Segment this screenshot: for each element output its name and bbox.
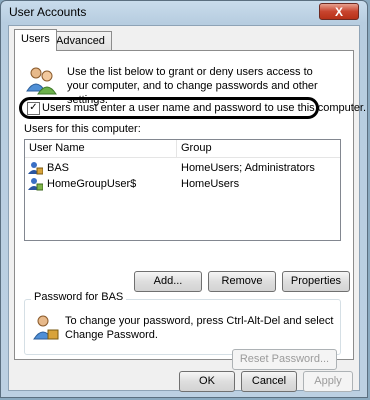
title-bar[interactable]: User Accounts X: [1, 1, 367, 23]
user-accounts-window: User Accounts X Users Advanced Use the l…: [0, 0, 368, 398]
ok-button[interactable]: OK: [179, 371, 235, 392]
password-groupbox: To change your password, press Ctrl-Alt-…: [24, 299, 341, 355]
users-tab-panel: Use the list below to grant or deny user…: [14, 50, 366, 370]
table-row[interactable]: BAS HomeUsers; Administrators: [25, 160, 340, 176]
password-instructions: To change your password, press Ctrl-Alt-…: [65, 315, 334, 341]
close-button[interactable]: X: [319, 3, 359, 20]
group-cell: HomeUsers: [181, 178, 240, 190]
column-user-name[interactable]: User Name: [25, 140, 177, 157]
add-user-button[interactable]: Add...: [134, 271, 202, 292]
users-icon: [26, 67, 57, 95]
tab-advanced[interactable]: Advanced: [49, 31, 112, 50]
apply-button[interactable]: Apply: [303, 371, 353, 392]
user-password-icon: [33, 315, 59, 340]
group-cell: HomeUsers; Administrators: [181, 162, 315, 174]
remove-user-button[interactable]: Remove: [208, 271, 276, 292]
user-name-cell: HomeGroupUser$: [47, 178, 137, 190]
users-section-label: Users for this computer:: [24, 123, 141, 135]
dialog-client: Users Advanced Use the list below to gra…: [8, 25, 366, 392]
cancel-button[interactable]: Cancel: [241, 371, 297, 392]
password-group-title: Password for BAS: [31, 291, 127, 303]
user-icon: [28, 162, 43, 175]
column-group[interactable]: Group: [177, 140, 340, 157]
require-login-label[interactable]: Users must enter a user name and passwor…: [42, 102, 366, 114]
require-login-checkbox[interactable]: ✓: [27, 102, 40, 115]
window-title: User Accounts: [9, 5, 87, 19]
user-name-cell: BAS: [47, 162, 70, 174]
table-row[interactable]: HomeGroupUser$ HomeUsers: [25, 176, 340, 192]
require-login-row[interactable]: ✓ Users must enter a user name and passw…: [19, 97, 366, 119]
list-header: User Name Group: [25, 140, 340, 158]
properties-button[interactable]: Properties: [282, 271, 350, 292]
tab-users[interactable]: Users: [14, 29, 57, 51]
reset-password-button[interactable]: Reset Password...: [232, 349, 337, 370]
close-icon: X: [334, 5, 343, 19]
users-list[interactable]: User Name Group BAS HomeUsers; Administr…: [24, 139, 341, 241]
user-icon: [28, 178, 43, 191]
